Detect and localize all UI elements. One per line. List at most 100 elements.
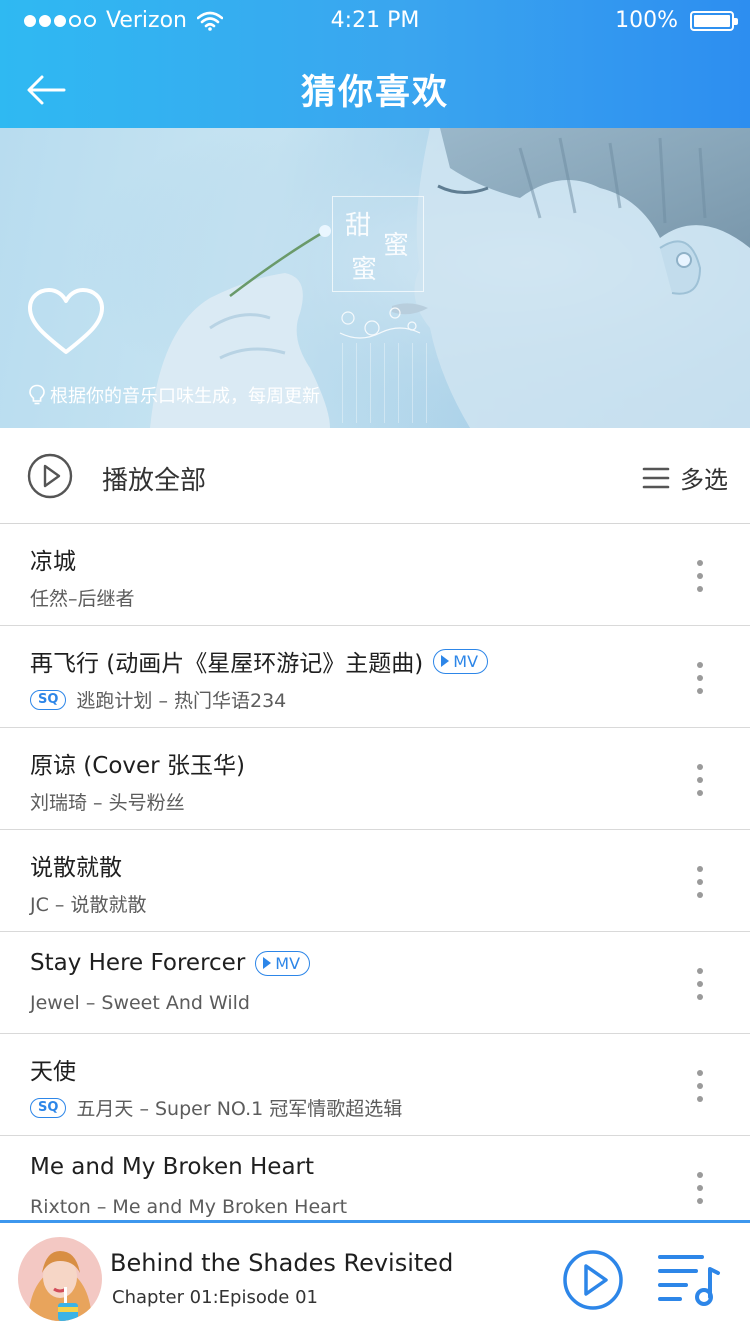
list-menu-icon [642, 467, 670, 488]
battery-fill [694, 14, 730, 27]
heart-outline-icon[interactable] [26, 286, 106, 358]
song-title-row: 原谅 (Cover 张玉华) [30, 746, 245, 780]
song-row[interactable]: 原谅 (Cover 张玉华) 刘瑞琦 – 头号粉丝 [0, 728, 750, 830]
mv-badge[interactable]: MV [255, 950, 311, 976]
battery-percent: 100% [615, 8, 678, 33]
song-title: Me and My Broken Heart [30, 1154, 315, 1180]
song-row[interactable]: 再飞行 (动画片《星屋环游记》主题曲) MV SQ 逃跑计划 – 热门华语234 [0, 626, 750, 728]
more-dot [697, 866, 703, 872]
play-all-icon[interactable] [26, 452, 74, 500]
multi-select-label: 多选 [680, 466, 728, 494]
song-title: 说散就散 [30, 855, 122, 881]
more-dot [697, 994, 703, 1000]
avatar-image [18, 1237, 102, 1321]
song-artist-album: JC – 说散就散 [30, 894, 147, 916]
more-dot [697, 688, 703, 694]
more-options-icon[interactable] [688, 1172, 712, 1204]
app-screen: Verizon 4:21 PM 100% 猜你喜欢 甜 蜜 蜜 根据你的音乐口味… [0, 0, 750, 1334]
song-title: 天使 [30, 1059, 76, 1085]
playlist-music-icon[interactable] [656, 1251, 722, 1307]
status-right: 100% [615, 8, 738, 33]
more-dot [697, 560, 703, 566]
sq-badge: SQ [30, 1097, 67, 1118]
more-dot [697, 1070, 703, 1076]
song-title: 凉城 [30, 549, 76, 575]
stamp-char: 蜜 [383, 231, 410, 261]
song-title-row: 再飞行 (动画片《星屋环游记》主题曲) MV [30, 644, 489, 678]
song-subtitle-row: Jewel – Sweet And Wild [30, 992, 250, 1014]
song-title-row: 说散就散 [30, 848, 122, 882]
status-bar: Verizon 4:21 PM 100% [0, 0, 750, 40]
song-subtitle-row: Rixton – Me and My Broken Heart [30, 1196, 347, 1218]
mv-badge[interactable]: MV [433, 648, 489, 674]
more-dot [697, 586, 703, 592]
song-row[interactable]: 天使 SQ 五月天 – Super NO.1 冠军情歌超选辑 [0, 1034, 750, 1136]
now-playing-title: Behind the Shades Revisited [110, 1249, 454, 1277]
header: Verizon 4:21 PM 100% 猜你喜欢 [0, 0, 750, 128]
song-title-row: Me and My Broken Heart [30, 1154, 314, 1180]
more-dot [697, 879, 703, 885]
song-title-row: Stay Here Forercer MV [30, 950, 311, 976]
more-dot [697, 1172, 703, 1178]
more-options-icon[interactable] [688, 968, 712, 1000]
more-dot [697, 981, 703, 987]
mini-player[interactable]: Behind the Shades Revisited Chapter 01:E… [0, 1220, 750, 1334]
song-row[interactable]: Stay Here Forercer MV Jewel – Sweet And Wi… [0, 932, 750, 1034]
song-title-row: 天使 [30, 1052, 76, 1086]
playlist-banner: 甜 蜜 蜜 根据你的音乐口味生成，每周更新 [0, 128, 750, 428]
song-artist-album: Rixton – Me and My Broken Heart [30, 1196, 348, 1218]
banner-tagline: 根据你的音乐口味生成，每周更新 [28, 382, 320, 408]
tagline-text: 根据你的音乐口味生成，每周更新 [50, 386, 320, 407]
song-artist-album: 刘瑞琦 – 头号粉丝 [30, 792, 185, 814]
song-title: 再飞行 (动画片《星屋环游记》主题曲) [30, 651, 424, 677]
more-dot [697, 1096, 703, 1102]
multi-select-button[interactable]: 多选 [642, 460, 728, 495]
page-title: 猜你喜欢 [300, 73, 449, 113]
play-circle-icon[interactable] [562, 1249, 624, 1311]
more-dot [697, 968, 703, 974]
lightbulb-icon [29, 384, 45, 405]
more-options-icon[interactable] [688, 866, 712, 898]
play-triangle-icon [441, 655, 450, 667]
song-artist-album: 任然–后继者 [30, 588, 135, 610]
more-options-icon[interactable] [688, 560, 712, 592]
song-subtitle-row: SQ 五月天 – Super NO.1 冠军情歌超选辑 [30, 1094, 402, 1121]
mv-label: MV [453, 651, 479, 671]
now-playing-subtitle: Chapter 01:Episode 01 [112, 1287, 318, 1308]
song-row[interactable]: 说散就散 JC – 说散就散 [0, 830, 750, 932]
song-artist-album: Jewel – Sweet And Wild [30, 992, 250, 1014]
avatar[interactable] [18, 1237, 102, 1321]
more-dot [697, 675, 703, 681]
song-subtitle-row: SQ 逃跑计划 – 热门华语234 [30, 686, 286, 713]
more-dot [697, 1198, 703, 1204]
battery-icon [690, 10, 738, 31]
play-triangle-icon [263, 957, 272, 969]
play-all-button[interactable]: 播放全部 [102, 460, 206, 497]
song-list: 凉城任然–后继者再飞行 (动画片《星屋环游记》主题曲) MV SQ 逃跑计划 – 热门… [0, 524, 750, 1238]
more-options-icon[interactable] [688, 764, 712, 796]
song-subtitle-row: 任然–后继者 [30, 584, 135, 611]
more-dot [697, 1185, 703, 1191]
mv-label: MV [275, 953, 301, 973]
song-subtitle-row: 刘瑞琦 – 头号粉丝 [30, 788, 185, 815]
more-dot [697, 790, 703, 796]
song-title: Stay Here Forercer [30, 950, 246, 976]
more-options-icon[interactable] [688, 662, 712, 694]
song-title-row: 凉城 [30, 542, 76, 576]
more-dot [697, 1083, 703, 1089]
more-options-icon[interactable] [688, 1070, 712, 1102]
album-stamp: 甜 蜜 蜜 [332, 196, 424, 292]
song-subtitle-row: JC – 说散就散 [30, 890, 146, 917]
sq-badge: SQ [30, 689, 67, 710]
more-dot [697, 662, 703, 668]
more-dot [697, 892, 703, 898]
action-bar: 播放全部 多选 [0, 428, 750, 524]
song-row[interactable]: 凉城任然–后继者 [0, 524, 750, 626]
song-artist-album: 五月天 – Super NO.1 冠军情歌超选辑 [76, 1098, 403, 1120]
stamp-char: 甜 [345, 211, 372, 241]
more-dot [697, 573, 703, 579]
more-dot [697, 764, 703, 770]
more-dot [697, 777, 703, 783]
song-artist-album: 逃跑计划 – 热门华语234 [76, 690, 287, 712]
stamp-char: 蜜 [351, 255, 378, 285]
